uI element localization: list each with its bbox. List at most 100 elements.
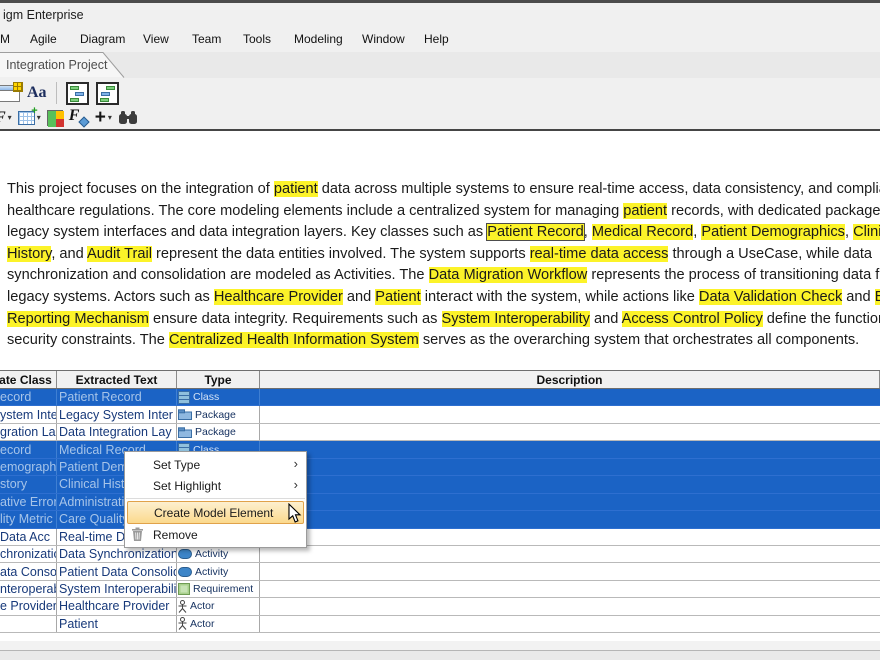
document-text: ensure data integrity. Requirements such… [149, 311, 442, 327]
requirement-icon [178, 583, 190, 595]
highlight-colors-button[interactable] [47, 106, 63, 130]
document-text: and [842, 289, 874, 305]
actor-icon [178, 600, 187, 613]
document-text-area[interactable]: This project focuses on the integration … [7, 179, 880, 352]
document-line: This project focuses on the integration … [7, 179, 880, 201]
add-element-dropdown[interactable]: + ▾ [95, 106, 112, 130]
type-label: Actor [190, 600, 215, 612]
table-row[interactable]: chronizatioData SynchronizationActivity [0, 546, 880, 563]
table-row[interactable]: gration LaData Integration Lay Package [0, 424, 880, 441]
package-icon [178, 409, 192, 420]
candidate-class-cell: Data Acc [0, 529, 57, 545]
menu-agile[interactable]: Agile [30, 32, 57, 46]
document-line: security constraints. The Centralized He… [7, 330, 880, 352]
description-cell [260, 494, 880, 510]
diagram-thumbnail-icon [66, 82, 89, 105]
document-text: and [590, 311, 622, 327]
description-cell [260, 389, 880, 405]
description-cell [260, 441, 880, 457]
type-cell: Package [177, 406, 260, 422]
menu-item-create-model-element[interactable]: Create Model Element [127, 501, 304, 524]
highlighted-term: Reporting Mechanism [7, 311, 149, 327]
type-cell: Actor [177, 598, 260, 614]
font-settings-button[interactable]: Aa [27, 81, 47, 105]
description-cell [260, 563, 880, 579]
type-cell: Requirement [177, 581, 260, 597]
description-cell [260, 616, 880, 632]
menu-modeling[interactable]: Modeling [294, 32, 343, 46]
new-window-button[interactable] [0, 81, 20, 105]
menu-separator [126, 498, 305, 499]
column-header-ate-class[interactable]: ate Class [0, 371, 57, 388]
document-line: healthcare regulations. The core modelin… [7, 201, 880, 223]
column-header-extracted-text[interactable]: Extracted Text [57, 371, 177, 388]
extracted-text-cell: System Interoperabili [57, 581, 177, 597]
document-text: represent the data entities involved. Th… [152, 246, 530, 262]
document-text: and [343, 289, 375, 305]
table-row[interactable]: ystem InteLegacy System InterPackage [0, 406, 880, 423]
column-header-type[interactable]: Type [177, 371, 260, 388]
highlighted-term: patient [623, 203, 667, 219]
extracted-text-cell: Patient [57, 616, 177, 632]
table-row[interactable]: ata ConsoPatient Data ConsolidActivity [0, 563, 880, 580]
menu-tools[interactable]: Tools [243, 32, 271, 46]
tab-bar: Integration Project [0, 52, 880, 78]
type-label: Package [195, 409, 236, 421]
candidate-class-cell: gration La [0, 424, 57, 440]
highlighted-term: Medical Record [592, 224, 693, 240]
description-cell [260, 529, 880, 545]
menu-item-set-type[interactable]: Set Type› [125, 454, 306, 475]
table-row[interactable]: e ProviderHealthcare ProviderActor [0, 598, 880, 615]
extracted-text-cell: Patient Record [57, 389, 177, 405]
menu-window[interactable]: Window [362, 32, 405, 46]
add-table-dropdown[interactable]: + ▾ [18, 106, 41, 130]
formula-button[interactable]: F [69, 106, 89, 130]
highlighted-term: History [7, 246, 51, 262]
menu-m[interactable]: M [0, 32, 10, 46]
diagram-layout-button-1[interactable] [66, 81, 89, 105]
type-label: Class [193, 391, 219, 403]
table-row[interactable]: ecordPatient RecordClass [0, 389, 880, 406]
type-label: Actor [190, 618, 215, 630]
menu-help[interactable]: Help [424, 32, 449, 46]
table-row[interactable]: Patient Actor [0, 616, 880, 633]
highlighted-term: Access Control Policy [622, 311, 763, 327]
column-header-description[interactable]: Description [260, 371, 880, 388]
diagram-layout-button-2[interactable] [96, 81, 119, 105]
menu-team[interactable]: Team [192, 32, 221, 46]
type-cell: Actor [177, 616, 260, 632]
document-text: , [845, 224, 853, 240]
menu-item-label: Set Type [153, 458, 200, 472]
menu-item-remove[interactable]: Remove [125, 524, 306, 545]
menu-view[interactable]: View [143, 32, 169, 46]
binoculars-icon [118, 110, 138, 125]
menu-item-set-highlight[interactable]: Set Highlight› [125, 475, 306, 496]
highlighted-term: Patient Demographics [701, 224, 845, 240]
candidate-class-cell: chronizatio [0, 546, 57, 562]
font-icon: Aa [27, 84, 47, 102]
document-text: interact with the system, while actions … [421, 289, 699, 305]
document-text: represents the process of transitioning … [587, 267, 880, 283]
extracted-text-cell: Data Integration Lay [57, 424, 177, 440]
document-text: , [584, 224, 592, 240]
activity-icon [178, 549, 192, 559]
document-line: History, and Audit Trail represent the d… [7, 244, 880, 266]
status-strip [0, 641, 880, 650]
document-text: legacy system interfaces and data integr… [7, 224, 487, 240]
mouse-cursor [287, 503, 302, 524]
description-cell [260, 598, 880, 614]
menu-diagram[interactable]: Diagram [80, 32, 125, 46]
menu-item-label: Remove [153, 528, 198, 542]
candidate-class-cell: lity Metric [0, 511, 57, 527]
find-button[interactable] [118, 106, 138, 130]
tab-integration-project[interactable]: Integration Project [6, 58, 107, 72]
document-text: serves as the overarching system that or… [419, 332, 859, 348]
type-label: Package [195, 426, 236, 438]
menu-item-label: Set Highlight [153, 479, 221, 493]
highlighted-term: System Interoperability [442, 311, 590, 327]
menu-item-label: Create Model Element [154, 506, 273, 520]
text-style-dropdown[interactable]: F ▾ [0, 106, 12, 130]
table-row[interactable]: nteroperabSystem InteroperabiliRequireme… [0, 581, 880, 598]
document-text: security constraints. The [7, 332, 169, 348]
extracted-text-cell: Data Synchronization [57, 546, 177, 562]
